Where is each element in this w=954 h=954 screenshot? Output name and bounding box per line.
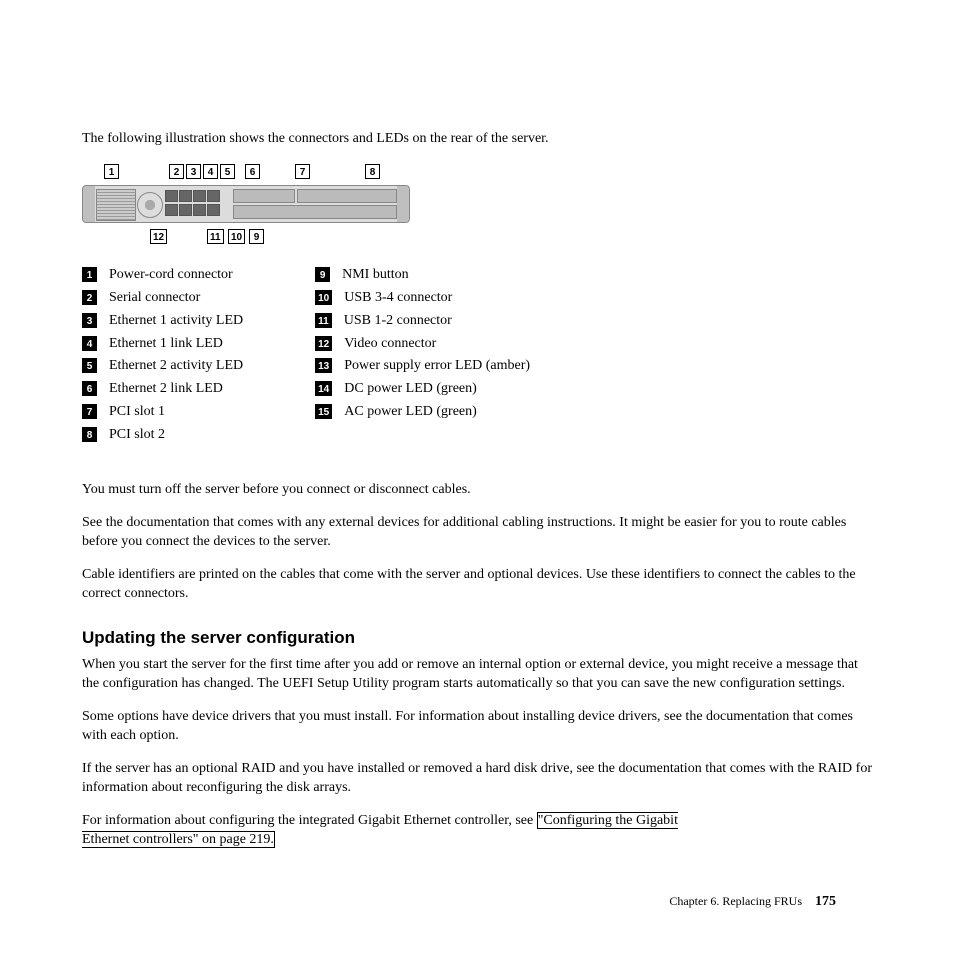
legend-number: 10 bbox=[315, 290, 332, 305]
diagram-callout: 6 bbox=[245, 163, 260, 182]
diagram-callout: 4 bbox=[203, 163, 218, 182]
body-paragraph: If the server has an optional RAID and y… bbox=[82, 760, 877, 798]
legend-item: 11 USB 1-2 connector bbox=[315, 312, 530, 331]
legend-item: 2 Serial connector bbox=[82, 289, 243, 308]
diagram-callout: 5 bbox=[220, 163, 235, 182]
body-paragraph: Cable identifiers are printed on the cab… bbox=[82, 566, 877, 604]
page-footer: Chapter 6. Replacing FRUs 175 bbox=[669, 893, 836, 912]
callout-number: 10 bbox=[228, 229, 245, 244]
legend-number: 9 bbox=[315, 267, 330, 282]
diagram-callout: 3 bbox=[186, 163, 201, 182]
body-paragraph: You must turn off the server before you … bbox=[82, 481, 877, 500]
legend-number: 8 bbox=[82, 427, 97, 442]
legend-item: 4 Ethernet 1 link LED bbox=[82, 335, 243, 354]
legend-number: 11 bbox=[315, 313, 332, 328]
callout-number: 4 bbox=[203, 164, 218, 179]
callout-number: 3 bbox=[186, 164, 201, 179]
legend-number: 5 bbox=[82, 358, 97, 373]
callout-number: 5 bbox=[220, 164, 235, 179]
diagram-callout: 1 bbox=[104, 163, 119, 182]
legend-number: 2 bbox=[82, 290, 97, 305]
legend-item: 3 Ethernet 1 activity LED bbox=[82, 312, 243, 331]
legend-label: NMI button bbox=[342, 266, 409, 285]
legend-label: Ethernet 1 activity LED bbox=[109, 312, 243, 331]
connector-legend: 1Power-cord connector2Serial connector3E… bbox=[82, 266, 877, 449]
callout-number: 1 bbox=[104, 164, 119, 179]
diagram-callout: 8 bbox=[365, 163, 380, 182]
diagram-callout: 12 bbox=[150, 228, 167, 247]
legend-number: 14 bbox=[315, 381, 332, 396]
diagram-callout: 9 bbox=[249, 228, 264, 247]
legend-item: 10 USB 3-4 connector bbox=[315, 289, 530, 308]
callout-number: 6 bbox=[245, 164, 260, 179]
legend-label: DC power LED (green) bbox=[344, 380, 477, 399]
diagram-callout: 2 bbox=[169, 163, 184, 182]
legend-item: 7 PCI slot 1 bbox=[82, 403, 243, 422]
legend-number: 1 bbox=[82, 267, 97, 282]
server-rear-diagram: 12345678 1211109 bbox=[82, 163, 845, 248]
cross-reference-link[interactable]: "Configuring the Gigabit bbox=[537, 812, 678, 829]
legend-item: 8 PCI slot 2 bbox=[82, 426, 243, 445]
legend-number: 6 bbox=[82, 381, 97, 396]
legend-item: 13 Power supply error LED (amber) bbox=[315, 357, 530, 376]
legend-number: 15 bbox=[315, 404, 332, 419]
legend-item: 6 Ethernet 2 link LED bbox=[82, 380, 243, 399]
body-paragraph: Some options have device drivers that yo… bbox=[82, 708, 877, 746]
legend-item: 15 AC power LED (green) bbox=[315, 403, 530, 422]
intro-text: The following illustration shows the con… bbox=[82, 130, 877, 149]
callout-number: 12 bbox=[150, 229, 167, 244]
legend-item: 9 NMI button bbox=[315, 266, 530, 285]
page-number: 175 bbox=[815, 894, 836, 909]
legend-item: 14 DC power LED (green) bbox=[315, 380, 530, 399]
section-heading: Updating the server configuration bbox=[82, 627, 877, 650]
legend-number: 3 bbox=[82, 313, 97, 328]
legend-label: Video connector bbox=[344, 335, 436, 354]
legend-label: Ethernet 2 activity LED bbox=[109, 357, 243, 376]
body-paragraph: For information about configuring the in… bbox=[82, 812, 877, 850]
callout-number: 11 bbox=[207, 229, 224, 244]
legend-label: USB 1-2 connector bbox=[344, 312, 452, 331]
legend-label: Power-cord connector bbox=[109, 266, 233, 285]
callout-number: 2 bbox=[169, 164, 184, 179]
body-text: For information about configuring the in… bbox=[82, 813, 537, 828]
legend-label: AC power LED (green) bbox=[344, 403, 477, 422]
legend-label: PCI slot 2 bbox=[109, 426, 165, 445]
callout-number: 7 bbox=[295, 164, 310, 179]
chapter-label: Chapter 6. Replacing FRUs bbox=[669, 894, 802, 908]
diagram-callout: 7 bbox=[295, 163, 310, 182]
callout-number: 9 bbox=[249, 229, 264, 244]
legend-label: PCI slot 1 bbox=[109, 403, 165, 422]
server-chassis-illustration bbox=[82, 185, 410, 223]
legend-label: Ethernet 2 link LED bbox=[109, 380, 223, 399]
legend-number: 13 bbox=[315, 358, 332, 373]
callout-number: 8 bbox=[365, 164, 380, 179]
legend-label: Serial connector bbox=[109, 289, 200, 308]
legend-item: 12 Video connector bbox=[315, 335, 530, 354]
legend-number: 7 bbox=[82, 404, 97, 419]
diagram-callout: 10 bbox=[228, 228, 245, 247]
body-paragraph: See the documentation that comes with an… bbox=[82, 514, 877, 552]
legend-label: USB 3-4 connector bbox=[344, 289, 452, 308]
legend-label: Ethernet 1 link LED bbox=[109, 335, 223, 354]
legend-number: 4 bbox=[82, 336, 97, 351]
legend-label: Power supply error LED (amber) bbox=[344, 357, 530, 376]
diagram-callout: 11 bbox=[207, 228, 224, 247]
legend-item: 5 Ethernet 2 activity LED bbox=[82, 357, 243, 376]
cross-reference-link[interactable]: Ethernet controllers" on page 219. bbox=[82, 831, 275, 848]
legend-item: 1 Power-cord connector bbox=[82, 266, 243, 285]
body-paragraph: When you start the server for the first … bbox=[82, 656, 877, 694]
legend-number: 12 bbox=[315, 336, 332, 351]
